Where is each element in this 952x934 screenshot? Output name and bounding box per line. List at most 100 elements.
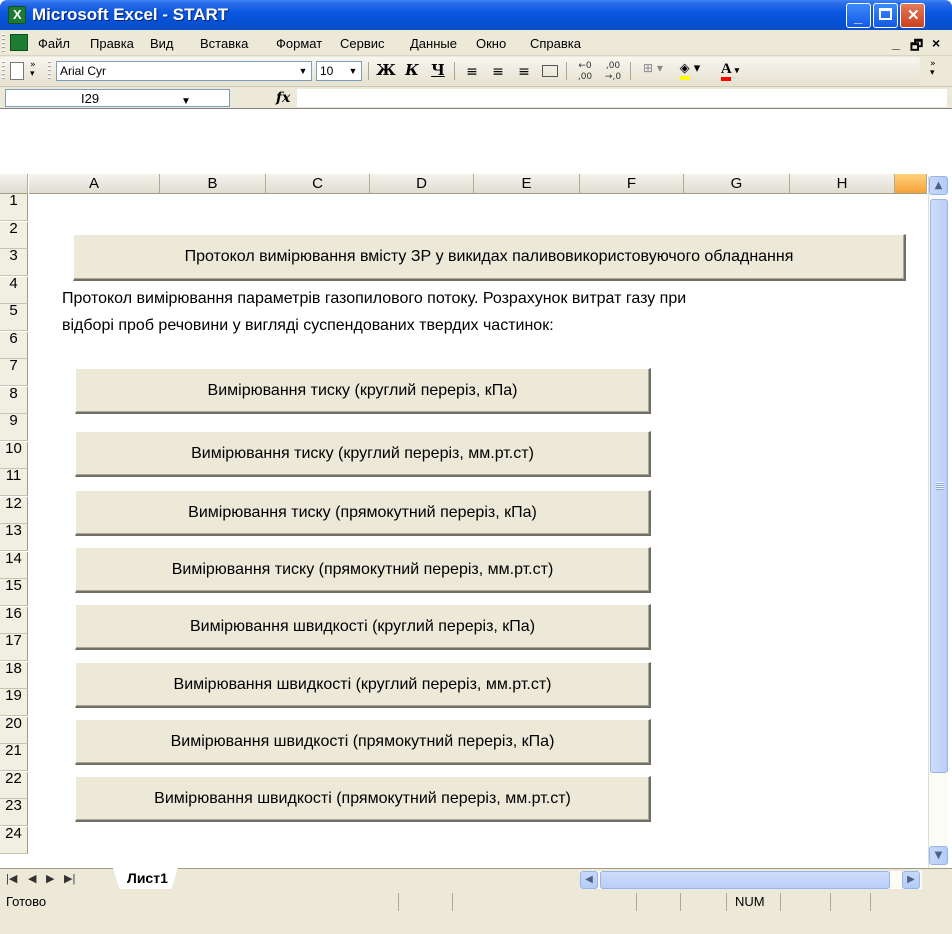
excel-app-icon[interactable] <box>8 6 26 24</box>
scroll-right-icon[interactable]: ▶ <box>902 871 920 889</box>
menu-format[interactable]: Формат <box>276 36 322 51</box>
row-header-11[interactable]: 11 <box>0 468 28 496</box>
row-header-7[interactable]: 7 <box>0 358 28 386</box>
column-header-g[interactable]: G <box>684 174 790 194</box>
status-bar: Готово NUM <box>0 890 952 934</box>
italic-button[interactable]: К <box>400 61 424 83</box>
row-header-8[interactable]: 8 <box>0 386 28 414</box>
column-header-selected[interactable] <box>895 174 927 194</box>
row-header-6[interactable]: 6 <box>0 331 28 359</box>
column-header-b[interactable]: B <box>160 174 266 194</box>
menu-file[interactable]: Файл <box>38 36 70 51</box>
row-header-12[interactable]: 12 <box>0 496 28 524</box>
velocity-round-kpa-button[interactable]: Вимірювання швидкості (круглий переріз, … <box>75 604 651 650</box>
underline-button[interactable]: Ч <box>426 61 450 83</box>
row-header-4[interactable]: 4 <box>0 276 28 304</box>
row-header-1[interactable]: 1 <box>0 193 28 221</box>
font-size-combo[interactable]: 10 ▼ <box>316 61 362 81</box>
row-header-15[interactable]: 15 <box>0 578 28 606</box>
column-header-f[interactable]: F <box>580 174 684 194</box>
vertical-scroll-thumb[interactable] <box>930 199 948 773</box>
row-header-3[interactable]: 3 <box>0 248 28 276</box>
decrease-decimal-icon[interactable]: ,00 →,0 <box>600 61 626 83</box>
first-sheet-icon[interactable]: |◀ <box>6 872 17 885</box>
row-header-22[interactable]: 22 <box>0 771 28 799</box>
doc-close-icon[interactable]: × <box>932 35 940 51</box>
font-name-value: Arial Cyr <box>60 64 107 78</box>
minimize-button[interactable]: _ <box>846 3 871 28</box>
column-header-d[interactable]: D <box>370 174 474 194</box>
horizontal-scroll-thumb[interactable] <box>600 871 890 889</box>
font-size-value: 10 <box>320 64 334 78</box>
row-header-23[interactable]: 23 <box>0 798 28 826</box>
close-button[interactable]: ✕ <box>900 3 925 28</box>
velocity-round-mmhg-button[interactable]: Вимірювання швидкості (круглий переріз, … <box>75 662 651 708</box>
new-document-icon[interactable] <box>10 62 24 80</box>
chevron-down-icon[interactable]: ▼ <box>345 62 361 80</box>
font-name-combo[interactable]: Arial Cyr ▼ <box>56 61 312 81</box>
sheet-tab-list1[interactable]: Лист1 <box>113 868 178 889</box>
menu-edit[interactable]: Правка <box>90 36 134 51</box>
row-header-21[interactable]: 21 <box>0 743 28 771</box>
workbook-icon[interactable] <box>10 34 28 51</box>
row-header-10[interactable]: 10 <box>0 441 28 469</box>
menu-data[interactable]: Данные <box>410 36 457 51</box>
row-header-17[interactable]: 17 <box>0 633 28 661</box>
select-all-corner[interactable] <box>0 174 28 194</box>
pressure-round-kpa-button[interactable]: Вимірювання тиску (круглий переріз, кПа) <box>75 368 651 414</box>
doc-minimize-icon[interactable]: _ <box>892 35 900 51</box>
maximize-button[interactable] <box>873 3 898 28</box>
bold-button[interactable]: Ж <box>374 61 398 83</box>
menu-help[interactable]: Справка <box>530 36 581 51</box>
font-color-icon[interactable]: A ▾ <box>712 61 748 83</box>
row-header-16[interactable]: 16 <box>0 606 28 634</box>
menu-window[interactable]: Окно <box>476 36 506 51</box>
row-header-20[interactable]: 20 <box>0 716 28 744</box>
column-header-a[interactable]: A <box>29 174 160 194</box>
row-header-13[interactable]: 13 <box>0 523 28 551</box>
row-header-9[interactable]: 9 <box>0 413 28 441</box>
row-header-18[interactable]: 18 <box>0 661 28 689</box>
column-header-e[interactable]: E <box>474 174 580 194</box>
borders-icon[interactable]: ⊞ ▾ <box>638 61 668 83</box>
pressure-rect-mmhg-button[interactable]: Вимірювання тиску (прямокутний переріз, … <box>75 547 651 593</box>
velocity-rect-kpa-button[interactable]: Вимірювання швидкості (прямокутний перер… <box>75 719 651 765</box>
align-right-icon[interactable]: ≡ <box>512 61 536 83</box>
menu-insert[interactable]: Вставка <box>200 36 248 51</box>
scroll-down-icon[interactable]: ▼ <box>929 846 948 865</box>
row-header-24[interactable]: 24 <box>0 826 28 854</box>
fill-color-icon[interactable]: ◈ ▾ <box>672 61 708 83</box>
column-header-h[interactable]: H <box>790 174 895 194</box>
last-sheet-icon[interactable]: ▶| <box>64 872 75 885</box>
formula-input[interactable] <box>297 89 947 107</box>
row-header-2[interactable]: 2 <box>0 221 28 249</box>
previous-sheet-icon[interactable]: ◀ <box>28 872 36 885</box>
row-header-14[interactable]: 14 <box>0 551 28 579</box>
column-header-c[interactable]: C <box>266 174 370 194</box>
formatting-toolbar: » ▾ Arial Cyr ▼ 10 ▼ Ж К Ч ≡ ≡ ≡ ←0,00 ,0… <box>0 56 952 86</box>
align-left-icon[interactable]: ≡ <box>460 61 484 83</box>
toolbar-options-icon[interactable]: » ▾ <box>30 61 42 81</box>
menu-view[interactable]: Вид <box>150 36 174 51</box>
vertical-scrollbar[interactable]: ▲ ▼ <box>928 176 948 868</box>
scroll-up-icon[interactable]: ▲ <box>929 176 948 195</box>
increase-decimal-icon[interactable]: ←0,00 <box>572 61 598 83</box>
name-box[interactable]: I29 ▼ <box>5 89 230 107</box>
toolbar-overflow-icon[interactable]: » ▾ <box>930 60 936 78</box>
cell-reference: I29 <box>81 91 100 106</box>
velocity-rect-mmhg-button[interactable]: Вимірювання швидкості (прямокутний перер… <box>75 776 651 822</box>
protocol-report-button[interactable]: Протокол вимірювання вмісту ЗР у викидах… <box>73 234 906 281</box>
align-center-icon[interactable]: ≡ <box>486 61 510 83</box>
row-header-5[interactable]: 5 <box>0 303 28 331</box>
scroll-left-icon[interactable]: ◀ <box>580 871 598 889</box>
pressure-rect-kpa-button[interactable]: Вимірювання тиску (прямокутний переріз, … <box>75 490 651 536</box>
num-lock-indicator: NUM <box>735 894 765 909</box>
next-sheet-icon[interactable]: ▶ <box>46 872 54 885</box>
merge-center-icon[interactable] <box>538 61 562 83</box>
pressure-round-mmhg-button[interactable]: Вимірювання тиску (круглий переріз, мм.р… <box>75 431 651 477</box>
chevron-down-icon[interactable]: ▼ <box>295 62 311 80</box>
menu-tools[interactable]: Сервис <box>340 36 385 51</box>
row-header-19[interactable]: 19 <box>0 688 28 716</box>
insert-function-icon[interactable]: fx <box>276 90 290 106</box>
horizontal-scrollbar[interactable]: ◀ ▶ <box>580 871 922 889</box>
